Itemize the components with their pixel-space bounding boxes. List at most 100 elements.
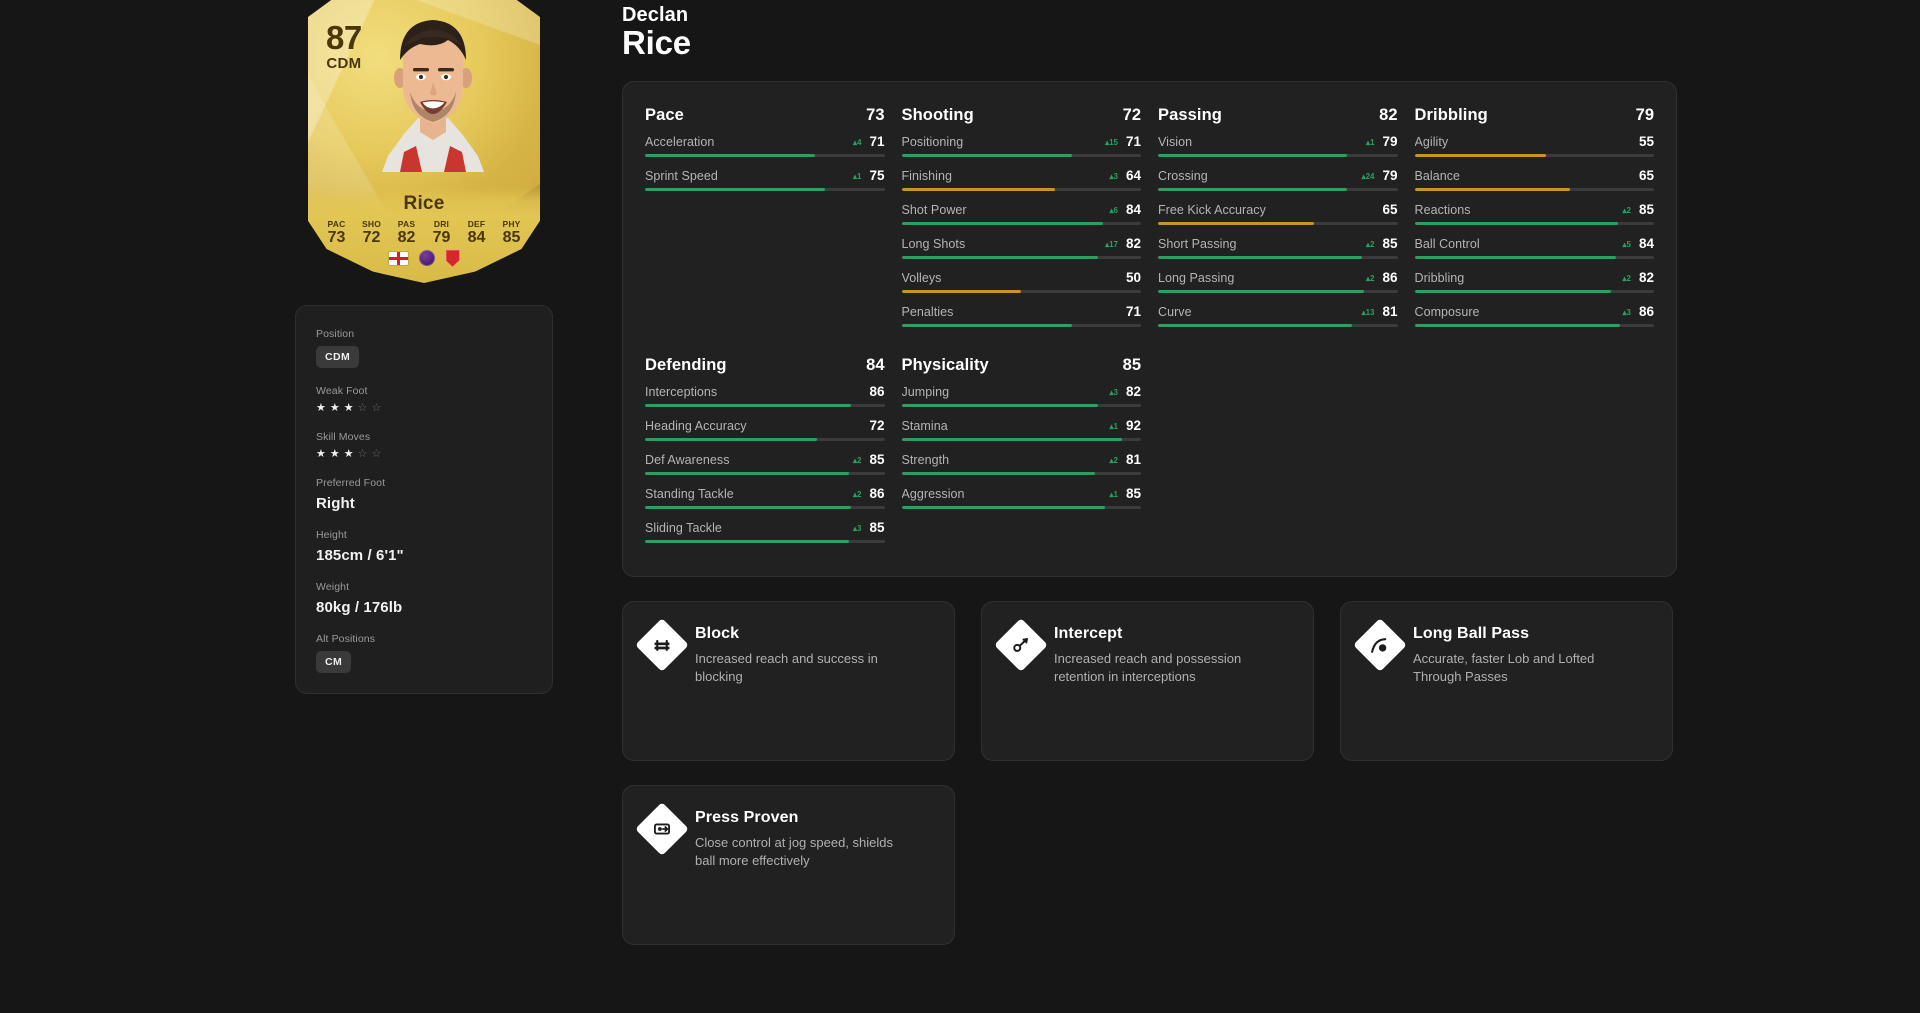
stat-label: Agility: [1414, 134, 1449, 149]
stat-value: 85: [869, 451, 885, 467]
playstyle-card[interactable]: Long Ball Pass Accurate, faster Lob and L…: [1340, 600, 1673, 761]
stat-value: 71: [869, 133, 885, 149]
stat-item[interactable]: Stamina ▴1 92: [901, 418, 1142, 441]
stat-label: Acceleration: [645, 134, 715, 149]
stat-bar-fill: [645, 437, 818, 441]
stat-line: Penalties 71: [902, 304, 1142, 319]
stat-bar-fill: [1414, 289, 1611, 293]
stat-item[interactable]: Standing Tackle ▴2 86: [645, 486, 885, 509]
stat-delta: ▴1: [853, 171, 862, 181]
player-card[interactable]: 87 CDM Rice PAC 73 SHO 72 PAS 82 DRI 79 …: [308, 0, 540, 283]
stat-item[interactable]: Acceleration ▴4 71: [645, 134, 885, 157]
stat-bar-track: [1414, 153, 1654, 157]
card-stat: DRI 79: [428, 219, 456, 247]
stat-delta: ▴1: [1109, 421, 1118, 431]
stat-bar-track: [645, 153, 885, 157]
stat-bar-track: [901, 187, 1141, 191]
stat-bar-fill: [901, 471, 1096, 475]
stat-line: Shot Power ▴6 84: [902, 202, 1142, 217]
stat-item[interactable]: Agility 55: [1414, 134, 1654, 157]
stat-delta: ▴15: [1105, 137, 1118, 147]
card-rating-position: CDM: [326, 55, 362, 73]
stat-bar-track: [1158, 221, 1398, 225]
stat-right: ▴1 75: [853, 168, 884, 183]
stat-item[interactable]: Volleys 50: [901, 270, 1141, 293]
stat-value: 82: [1638, 269, 1654, 285]
info-label: Preferred Foot: [316, 477, 386, 489]
stat-item[interactable]: Long Passing ▴2 86: [1158, 270, 1398, 293]
stat-bar-fill: [1414, 187, 1571, 191]
stat-item[interactable]: Ball Control ▴5 84: [1414, 236, 1655, 259]
playstyles-grid: Block Increased reach and success in bloc…: [622, 600, 1677, 945]
stat-group-dribbling: Dribbling 79 Agility 55 Balance 65 Reactions ▴2…: [1414, 105, 1655, 338]
info-row-height: Height 185cm / 6'1": [316, 529, 532, 564]
stat-right: ▴2 86: [1366, 270, 1397, 285]
stat-bar-fill: [901, 187, 1055, 191]
stat-group-value: 84: [866, 355, 885, 374]
stat-item[interactable]: Reactions ▴2 85: [1414, 202, 1654, 225]
stat-item[interactable]: Curve ▴13 81: [1158, 304, 1398, 327]
stat-line: Long Shots ▴17 82: [902, 236, 1142, 251]
stat-bar-track: [901, 153, 1141, 157]
stat-value: 64: [1125, 167, 1141, 183]
stat-label: Short Passing: [1158, 236, 1237, 251]
stat-item[interactable]: Sprint Speed ▴1 75: [645, 168, 885, 191]
stat-item[interactable]: Positioning ▴15 71: [901, 133, 1141, 157]
stat-value: 65: [1638, 167, 1654, 183]
stat-item[interactable]: Dribbling ▴2 82: [1414, 269, 1654, 293]
stat-line: Stamina ▴1 92: [902, 418, 1142, 433]
stat-value: 81: [1382, 303, 1398, 319]
stat-value: 82: [1125, 235, 1141, 251]
stat-item[interactable]: Interceptions 86: [645, 384, 885, 407]
grid-spacer: [1415, 356, 1655, 554]
playstyle-card[interactable]: Block Increased reach and success in bloc…: [622, 600, 955, 761]
stat-item[interactable]: Penalties 71: [901, 304, 1142, 327]
stat-delta: ▴5: [1622, 239, 1631, 249]
stat-label: Free Kick Accuracy: [1158, 202, 1266, 217]
stat-item[interactable]: Finishing ▴3 64: [901, 167, 1141, 191]
stat-line: Standing Tackle ▴2 86: [645, 486, 885, 501]
stat-bar-fill: [901, 289, 1022, 293]
stat-item[interactable]: Free Kick Accuracy 65: [1158, 202, 1398, 225]
stat-item[interactable]: Def Awareness ▴2 85: [645, 452, 885, 475]
stat-item[interactable]: Crossing ▴24 79: [1158, 168, 1398, 191]
preferred-foot-value: Right: [316, 495, 355, 512]
stat-bar-track: [901, 221, 1141, 225]
card-stat-label: DRI: [433, 219, 450, 229]
stat-delta: ▴1: [1109, 489, 1118, 499]
stat-bar-fill: [901, 505, 1106, 509]
stat-item[interactable]: Aggression ▴1 85: [901, 486, 1141, 509]
stat-item[interactable]: Strength ▴2 81: [901, 452, 1141, 475]
stat-right: ▴1 79: [1366, 134, 1397, 149]
stat-item[interactable]: Shot Power ▴6 84: [901, 202, 1142, 225]
playstyle-name: Block: [695, 624, 740, 642]
stat-group-name: Dribbling: [1414, 105, 1488, 124]
playstyle-card[interactable]: Press Proven Close control at jog speed, …: [622, 784, 955, 945]
stat-item[interactable]: Balance 65: [1414, 167, 1654, 191]
premier-league-icon: [418, 250, 435, 267]
stat-value: 55: [1638, 133, 1654, 149]
stat-delta: ▴24: [1361, 171, 1375, 181]
weak-foot-stars: ★ ★ ★ ☆ ☆: [316, 403, 532, 414]
stat-value: 71: [1125, 133, 1141, 149]
alt-position-chip[interactable]: CM: [316, 651, 352, 673]
stat-line: Curve ▴13 81: [1158, 304, 1398, 319]
stat-item[interactable]: Vision ▴1 79: [1158, 134, 1398, 157]
stat-item[interactable]: Composure ▴3 86: [1414, 304, 1654, 327]
stat-item[interactable]: Heading Accuracy 72: [645, 418, 885, 441]
stat-item[interactable]: Sliding Tackle ▴3 85: [645, 520, 885, 543]
stat-right: 55: [1635, 134, 1654, 149]
playstyle-card[interactable]: Intercept Increased reach and possession …: [981, 600, 1314, 761]
stat-item[interactable]: Long Shots ▴17 82: [901, 236, 1142, 259]
stat-label: Stamina: [901, 418, 948, 433]
stat-item[interactable]: Short Passing ▴2 85: [1158, 236, 1398, 259]
stat-group-header: Defending 84: [645, 356, 885, 375]
stat-label: Balance: [1414, 168, 1461, 183]
stat-line: Ball Control ▴5 84: [1415, 236, 1655, 251]
info-row-weight: Weight 80kg / 176lb: [316, 581, 532, 616]
position-chip[interactable]: CDM: [316, 346, 360, 368]
stat-value: 79: [1382, 167, 1398, 183]
stat-delta: ▴13: [1361, 307, 1375, 317]
stat-item[interactable]: Jumping ▴3 82: [901, 384, 1141, 407]
stat-right: ▴3 86: [1623, 304, 1654, 319]
